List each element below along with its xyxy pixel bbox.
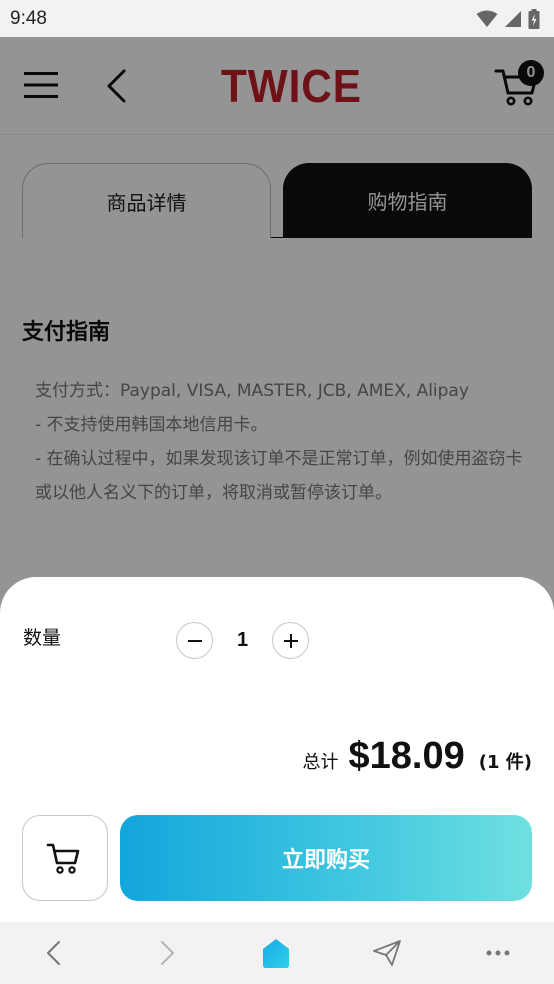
buy-now-button[interactable]: 立即购买 [120, 815, 532, 901]
status-bar: 9:48 [0, 0, 554, 37]
status-time: 9:48 [10, 7, 47, 29]
total-label: 总计 [302, 752, 339, 773]
quantity-value: 1 [236, 629, 249, 651]
decrease-quantity-button[interactable] [176, 622, 213, 659]
browser-share-button[interactable] [370, 936, 404, 970]
browser-forward-button[interactable] [150, 936, 184, 970]
battery-icon [528, 8, 540, 29]
chevron-right-icon [161, 941, 174, 965]
quantity-label: 数量 [23, 627, 62, 649]
plus-icon [283, 633, 298, 648]
add-to-cart-button[interactable] [22, 815, 108, 901]
signal-icon [505, 10, 521, 27]
total-item-count: (1 件) [478, 752, 532, 773]
browser-back-button[interactable] [37, 936, 71, 970]
screen: 9:48 TWICE 0 商品详情 购物指南 支付指南 支付方式：Paypal,… [0, 0, 554, 984]
purchase-sheet: 数量 1 总计 $18.09 (1 件) 立即购买 [0, 577, 554, 922]
send-icon [373, 940, 401, 966]
browser-more-button[interactable] [481, 936, 515, 970]
home-icon [263, 939, 289, 968]
quantity-stepper: 1 [176, 622, 310, 659]
chevron-left-icon [47, 941, 60, 965]
more-icon [486, 950, 510, 956]
total-row: 总计 $18.09 (1 件) [303, 735, 532, 783]
status-icons [476, 8, 540, 29]
minus-icon [187, 639, 202, 642]
browser-home-button[interactable] [259, 936, 293, 970]
total-price: $18.09 [348, 735, 465, 777]
cart-icon [46, 843, 80, 874]
browser-nav-bar [0, 922, 554, 984]
increase-quantity-button[interactable] [272, 622, 309, 659]
wifi-icon [476, 10, 498, 27]
